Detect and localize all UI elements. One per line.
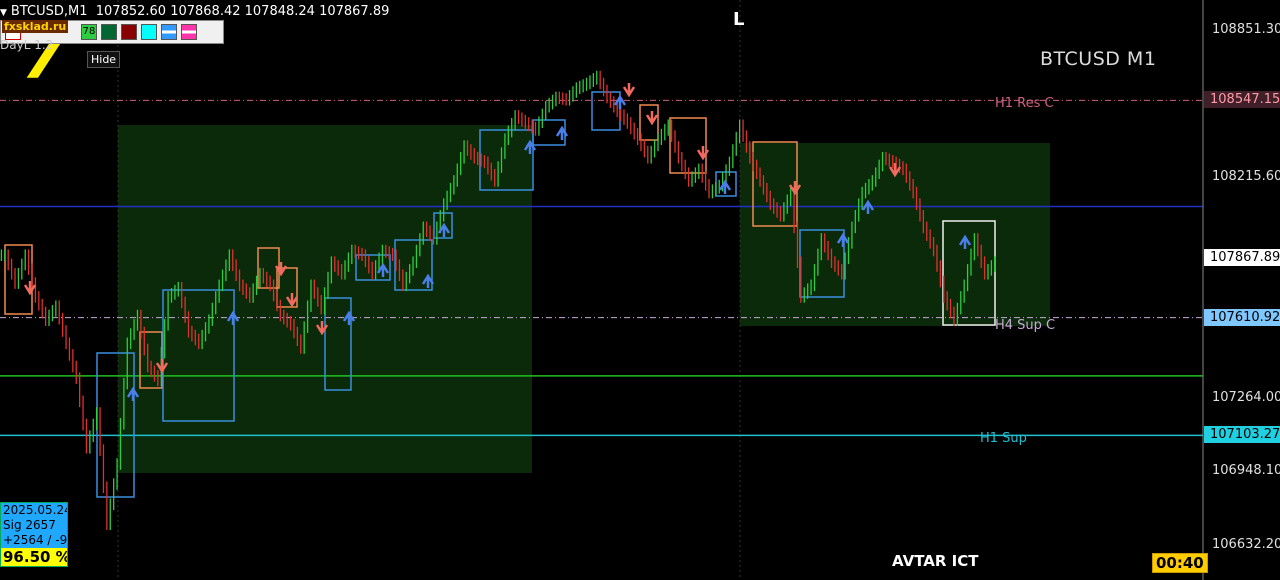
- hide-button[interactable]: Hide: [87, 51, 121, 68]
- price-tag: 108547.15: [1204, 91, 1280, 109]
- chart-header: ▼ BTCUSD,M1 107852.60 107868.42 107848.24…: [0, 4, 389, 19]
- stats-score: +2564 / -93: [3, 533, 67, 547]
- swatch-blue-lines[interactable]: [161, 24, 177, 40]
- sub-label: DayL 1.2: [0, 38, 54, 52]
- pattern-box: [591, 91, 621, 131]
- y-tick-label: 106948.10: [1212, 463, 1280, 479]
- stats-panel: 2025.05.24 Sig 2657 +2564 / -93 96.50 %: [0, 502, 68, 567]
- session-marker: L: [733, 9, 745, 30]
- symbol-label: BTCUSD M1: [1040, 48, 1157, 70]
- ohlc-values: 107852.60 107868.42 107848.24 107867.89: [95, 4, 390, 19]
- stats-win-rate: 96.50 %: [1, 548, 67, 566]
- level-label: H1 Res C: [995, 96, 1054, 112]
- y-tick-label: 108851.30: [1212, 21, 1280, 37]
- stats-signals: Sig 2657: [3, 518, 56, 532]
- buy-arrow-icon: [613, 94, 627, 109]
- price-chart[interactable]: [0, 0, 1280, 580]
- swatch-cyan[interactable]: [141, 24, 157, 40]
- stats-date: 2025.05.24: [3, 503, 67, 517]
- swatch-maroon[interactable]: [121, 24, 137, 40]
- level-label: H4 Sup C: [995, 317, 1056, 333]
- swatch-dark-green[interactable]: [101, 24, 117, 40]
- bar-timer: 00:40: [1152, 553, 1208, 573]
- y-tick-label: 107264.00: [1212, 390, 1280, 406]
- y-tick-label: 108215.60: [1212, 169, 1280, 185]
- instrument-name: BTCUSD,M1: [10, 4, 88, 19]
- price-tag: 107103.27: [1204, 426, 1280, 444]
- level-label: H1 Sup: [980, 431, 1027, 447]
- swatch-pink-lines[interactable]: [181, 24, 197, 40]
- pattern-box: [639, 104, 659, 141]
- y-tick-label: 106632.20: [1212, 536, 1280, 552]
- sell-arrow-icon: [23, 281, 37, 296]
- price-tag: 107610.92: [1204, 308, 1280, 326]
- sell-arrow-icon: [645, 111, 659, 126]
- buy-arrow-icon: [718, 179, 732, 194]
- price-tag: 107867.89: [1204, 249, 1280, 266]
- swatch-green[interactable]: 78: [81, 24, 97, 40]
- site-logo: fxsklad.ru: [2, 20, 69, 33]
- sell-arrow-icon: [622, 83, 636, 98]
- menu-triangle-icon[interactable]: ▼: [0, 8, 7, 18]
- footer-brand: AVTAR ICT: [892, 552, 979, 570]
